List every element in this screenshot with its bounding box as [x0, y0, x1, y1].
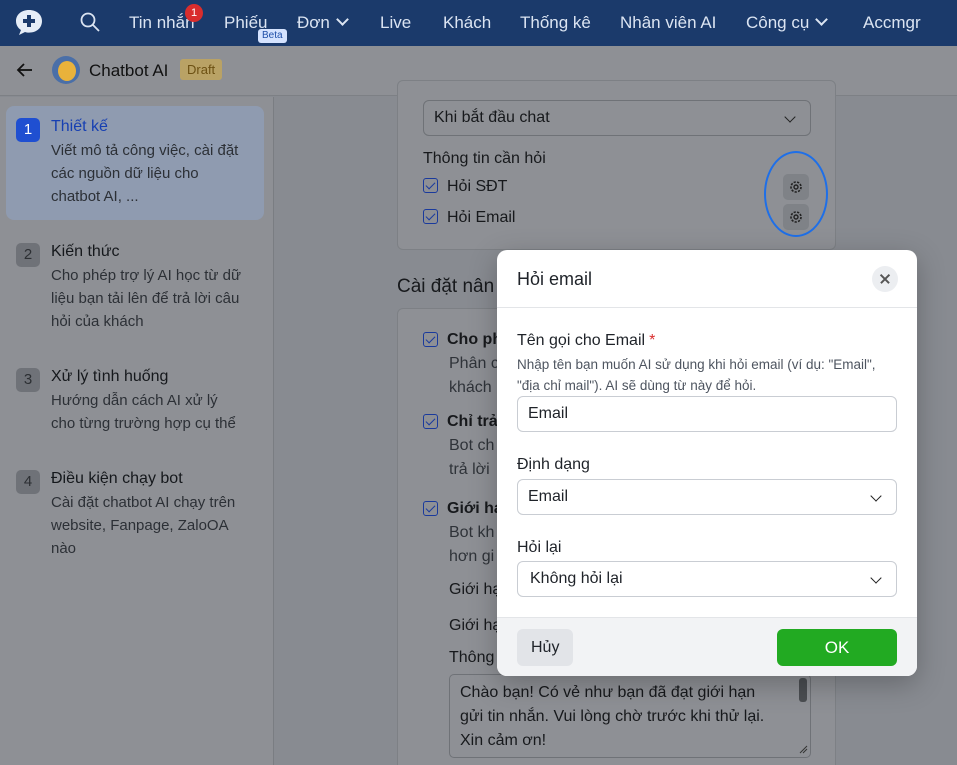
resize-handle-icon[interactable]	[798, 744, 808, 754]
step-title: Xử lý tình huống	[51, 368, 169, 385]
step-description: Hướng dẫn cách AI xử lý cho từng trường …	[51, 392, 236, 432]
dialog-footer: Hủy OK	[497, 617, 917, 676]
step-description: Cho phép trợ lý AI học từ dữ liệu bạn tả…	[51, 267, 242, 330]
back-arrow-icon[interactable]	[15, 60, 35, 80]
option3-desc: hơn gi	[449, 548, 495, 565]
trigger-select[interactable]: Khi bắt đầu chat	[423, 100, 811, 136]
chevron-down-icon	[815, 13, 829, 26]
step-description: Viết mô tả công việc, cài đặt các nguồn …	[51, 142, 239, 205]
chevron-down-icon	[870, 490, 882, 502]
limit-label-2: Giới hạ	[449, 617, 502, 634]
format-label: Định dạng	[517, 456, 590, 473]
close-button[interactable]	[872, 266, 898, 292]
advanced-heading: Cài đặt nân	[397, 276, 495, 297]
option3-title: Giới hạ	[447, 500, 503, 517]
step-title: Thiết kế	[51, 118, 108, 135]
reask-select[interactable]: Không hỏi lại	[517, 561, 897, 597]
chevron-down-icon	[336, 13, 349, 26]
ask-email-label: Hỏi Email	[447, 209, 516, 226]
option3-checkbox[interactable]	[423, 501, 438, 516]
top-navbar: Tin nhắn 1 Phiếu Beta Đơn Live Khách Thố…	[0, 0, 957, 46]
option1-desc: khách	[449, 379, 492, 396]
step-number: 3	[16, 368, 40, 392]
nav-item-live[interactable]: Live	[380, 13, 411, 33]
steps-sidebar: 1 Thiết kế Viết mô tả công việc, cài đặt…	[0, 97, 274, 765]
sidebar-step-run-conditions[interactable]: 4 Điều kiện chạy bot Cài đặt chatbot AI …	[6, 458, 264, 570]
required-mark: *	[649, 332, 656, 349]
dialog-header: Hỏi email	[497, 250, 917, 308]
sidebar-step-knowledge[interactable]: 2 Kiến thức Cho phép trợ lý AI học từ dữ…	[6, 231, 264, 343]
email-name-label: Tên gọi cho Email *	[517, 332, 656, 349]
option2-title: Chỉ trả	[447, 413, 498, 430]
status-badge: Draft	[180, 59, 223, 80]
beta-tag: Beta	[258, 29, 287, 43]
step-number: 1	[16, 118, 40, 142]
option2-desc: Bot ch	[449, 437, 495, 454]
nav-item-ai-staff[interactable]: Nhân viên AI	[620, 13, 716, 33]
option1-checkbox[interactable]	[423, 332, 438, 347]
ask-email-checkbox[interactable]	[423, 209, 438, 224]
format-select[interactable]: Email	[517, 479, 897, 515]
bot-avatar	[52, 56, 80, 84]
chevron-down-icon	[784, 111, 796, 123]
chevron-down-icon	[870, 572, 882, 584]
cancel-button[interactable]: Hủy	[517, 629, 574, 666]
option1-desc: Phân c	[449, 355, 499, 372]
nav-item-orders[interactable]: Đơn	[297, 13, 349, 33]
page-title: Chatbot AI	[89, 61, 169, 80]
nav-item-customers[interactable]: Khách	[443, 13, 491, 33]
step-title: Điều kiện chạy bot	[51, 470, 183, 487]
ask-email-dialog: Hỏi email Tên gọi cho Email * Nhập tên bạ…	[497, 250, 917, 676]
email-name-input[interactable]: Email	[517, 396, 897, 432]
info-heading: Thông tin cần hỏi	[423, 150, 546, 167]
step-description: Cài đặt chatbot AI chạy trên website, Fa…	[51, 494, 236, 557]
ask-phone-checkbox[interactable]	[423, 178, 438, 193]
reask-label: Hỏi lại	[517, 539, 562, 556]
dialog-title: Hỏi email	[517, 269, 593, 289]
step-number: 4	[16, 470, 40, 494]
textarea-scrollbar[interactable]	[799, 678, 807, 702]
email-name-hint: Nhập tên bạn muốn AI sử dụng khi hỏi ema…	[517, 357, 876, 393]
ask-phone-label: Hỏi SĐT	[447, 178, 508, 195]
ok-button[interactable]: OK	[777, 629, 897, 666]
nav-item-statistics[interactable]: Thống kê	[520, 13, 591, 33]
sidebar-step-design[interactable]: 1 Thiết kế Viết mô tả công việc, cài đặt…	[6, 106, 264, 220]
step-number: 2	[16, 243, 40, 267]
app-logo-icon[interactable]	[14, 8, 44, 36]
message-label: Thông	[449, 649, 495, 666]
search-icon[interactable]	[79, 11, 101, 33]
limit-message-textarea[interactable]: Chào bạn! Có vẻ như bạn đã đạt giới hạn …	[449, 674, 811, 758]
option1-title: Cho ph	[447, 331, 503, 348]
nav-item-accmgr[interactable]: Accmgr	[863, 13, 921, 33]
sidebar-step-situations[interactable]: 3 Xử lý tình huống Hướng dẫn cách AI xử …	[6, 356, 264, 445]
option2-checkbox[interactable]	[423, 414, 438, 429]
nav-item-tools[interactable]: Công cụ	[746, 13, 829, 33]
highlight-circle	[764, 151, 828, 237]
messages-badge: 1	[185, 4, 203, 22]
limit-label-1: Giới hạ	[449, 581, 502, 598]
option2-desc: trả lời	[449, 461, 490, 478]
option3-desc: Bot kh	[449, 524, 495, 541]
step-title: Kiến thức	[51, 243, 120, 260]
